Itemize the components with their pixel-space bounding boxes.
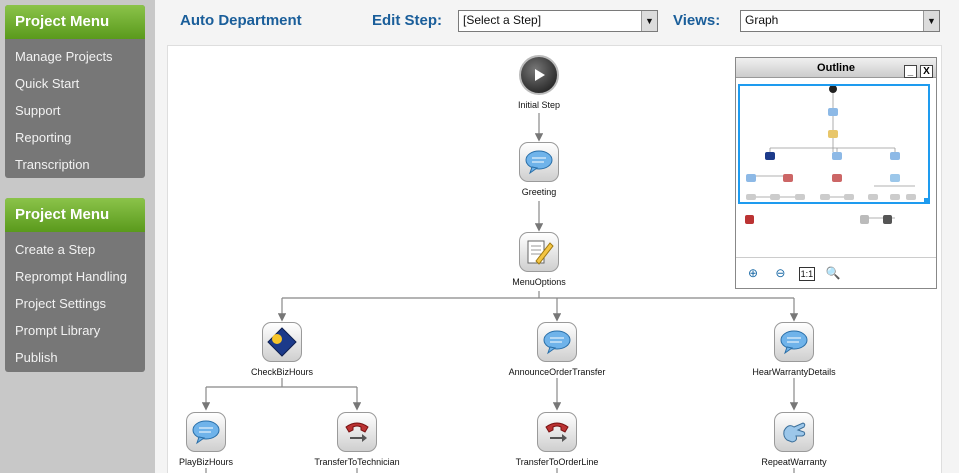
close-icon[interactable]: X xyxy=(920,65,933,78)
node-repeat-warranty[interactable]: RepeatWarranty xyxy=(724,412,864,467)
node-label: TransferToTechnician xyxy=(314,457,400,467)
menu-item-quick-start[interactable]: Quick Start xyxy=(5,70,145,97)
zoom-out-icon[interactable]: ⊖ xyxy=(771,264,789,282)
outline-resize-handle[interactable] xyxy=(924,198,930,204)
node-label: AnnounceOrderTransfer xyxy=(508,367,606,377)
zoom-fit-icon[interactable]: 🔍 xyxy=(824,264,842,282)
views-label: Views: xyxy=(673,12,721,29)
speech-bubble-icon xyxy=(537,322,577,362)
node-play-biz-hours[interactable]: PlayBizHours xyxy=(136,412,276,467)
views-value: Graph xyxy=(745,13,779,27)
department-title: Auto Department xyxy=(180,12,302,29)
node-menu-options[interactable]: MenuOptions xyxy=(469,232,609,287)
outline-panel[interactable]: Outline _ X ⊕ ⊖ 1:1 🔍 xyxy=(735,57,937,289)
actual-size-button[interactable]: 1:1 xyxy=(798,267,815,281)
chevron-down-icon[interactable]: ▼ xyxy=(923,11,939,31)
menu-item-publish[interactable]: Publish xyxy=(5,344,145,371)
node-label: HearWarrantyDetails xyxy=(752,367,836,377)
speech-bubble-icon xyxy=(774,322,814,362)
menu-item-reprompt-handling[interactable]: Reprompt Handling xyxy=(5,263,145,290)
menu-item-prompt-library[interactable]: Prompt Library xyxy=(5,317,145,344)
outline-title-bar[interactable]: Outline _ X xyxy=(736,58,936,78)
node-label: CheckBizHours xyxy=(250,367,314,377)
node-label: MenuOptions xyxy=(512,277,566,287)
node-announce-order-transfer[interactable]: AnnounceOrderTransfer xyxy=(487,322,627,377)
edit-step-select[interactable]: [Select a Step] ▼ xyxy=(458,10,658,32)
outline-title: Outline xyxy=(817,62,855,74)
node-label: PlayBizHours xyxy=(178,457,234,467)
node-hear-warranty-details[interactable]: HearWarrantyDetails xyxy=(724,322,864,377)
minimize-icon[interactable]: _ xyxy=(903,65,917,78)
hand-point-icon xyxy=(774,412,814,452)
menu-item-project-settings[interactable]: Project Settings xyxy=(5,290,145,317)
project-menu-panel-2: Project Menu Create a Step Reprompt Hand… xyxy=(5,198,145,372)
menu-item-create-step[interactable]: Create a Step xyxy=(5,236,145,263)
node-label: Greeting xyxy=(521,187,557,197)
menu-edit-icon xyxy=(519,232,559,272)
speech-bubble-icon xyxy=(186,412,226,452)
phone-transfer-icon xyxy=(537,412,577,452)
menu-item-manage-projects[interactable]: Manage Projects xyxy=(5,43,145,70)
phone-transfer-icon xyxy=(337,412,377,452)
menu-item-support[interactable]: Support xyxy=(5,97,145,124)
play-icon xyxy=(519,55,559,95)
node-label: TransferToOrderLine xyxy=(515,457,599,467)
zoom-in-icon[interactable]: ⊕ xyxy=(744,264,762,282)
node-initial-step[interactable]: Initial Step xyxy=(469,55,609,110)
node-label: RepeatWarranty xyxy=(761,457,827,467)
panel-title: Project Menu xyxy=(5,198,145,232)
outline-viewport[interactable] xyxy=(738,84,930,204)
project-menu-panel-1: Project Menu Manage Projects Quick Start… xyxy=(5,5,145,178)
outline-divider xyxy=(736,257,936,258)
edit-step-label: Edit Step: xyxy=(372,12,442,29)
graph-canvas[interactable]: Initial Step Greeting MenuOptions CheckB… xyxy=(167,45,942,473)
node-transfer-to-order-line[interactable]: TransferToOrderLine xyxy=(487,412,627,467)
toolbar: Auto Department Edit Step: [Select a Ste… xyxy=(155,0,959,40)
chevron-down-icon[interactable]: ▼ xyxy=(641,11,657,31)
main-area: Auto Department Edit Step: [Select a Ste… xyxy=(155,0,959,473)
node-label: Initial Step xyxy=(517,100,561,110)
speech-bubble-icon xyxy=(519,142,559,182)
menu-item-transcription[interactable]: Transcription xyxy=(5,151,145,178)
menu-item-reporting[interactable]: Reporting xyxy=(5,124,145,151)
edit-step-value: [Select a Step] xyxy=(463,13,542,27)
outline-toolbar: ⊕ ⊖ 1:1 🔍 xyxy=(744,264,847,282)
node-transfer-to-technician[interactable]: TransferToTechnician xyxy=(287,412,427,467)
panel-title: Project Menu xyxy=(5,5,145,39)
day-night-icon xyxy=(262,322,302,362)
views-select[interactable]: Graph ▼ xyxy=(740,10,940,32)
node-check-biz-hours[interactable]: CheckBizHours xyxy=(212,322,352,377)
node-greeting[interactable]: Greeting xyxy=(469,142,609,197)
